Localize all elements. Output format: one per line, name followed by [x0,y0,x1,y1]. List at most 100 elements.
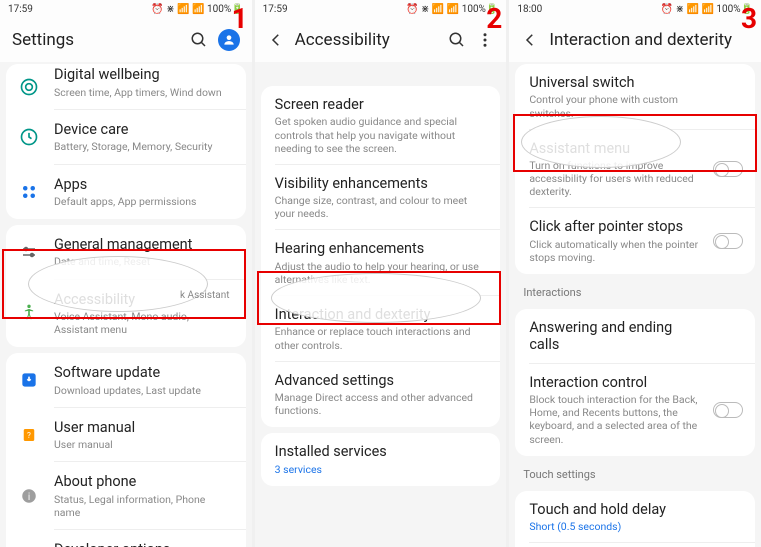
item-sub: Voice Assistant, Mono audio, Assistant m… [54,310,232,336]
item-sub: 3 services [275,463,487,476]
item-apps[interactable]: Apps Default apps, App permissions [6,165,246,220]
item-title: Hearing enhancements [275,240,487,257]
item-title: Device care [54,121,232,138]
status-icons: ⏰ ⋇ 📶 📶 100%🔋 [406,4,498,15]
svg-text:?: ? [27,431,31,441]
panel-interaction-dexterity: 3 18:00 ⏰ ⋇ 📶 📶 100%🔋 Interaction and de… [509,0,761,547]
item-software-update[interactable]: Software update Download updates, Last u… [6,353,246,408]
sliders-icon [18,241,40,263]
dexterity-group-1: Universal switch Control your phone with… [515,64,755,274]
search-icon[interactable] [190,31,208,49]
item-title: Apps [54,176,232,193]
search-icon[interactable] [448,31,466,49]
update-icon [18,369,40,391]
item-advanced-settings[interactable]: Advanced settings Manage Direct access a… [261,362,501,428]
status-bar: 18:00 ⏰ ⋇ 📶 📶 100%🔋 [509,0,761,18]
status-icons: ⏰ ⋇ 📶 📶 100%🔋 [661,4,753,15]
status-time: 18:00 [517,4,542,15]
page-title: Settings [12,30,180,50]
item-title: General management [54,236,232,253]
back-icon[interactable] [521,31,539,49]
annotation-1: 1 [232,2,248,35]
page-title: Interaction and dexterity [549,30,749,50]
item-sub: Block touch interaction for the Back, Ho… [529,393,705,446]
ellipse-annotation [28,256,208,312]
hint-text: k Assistant [180,290,230,301]
ellipse-annotation [521,116,681,168]
accessibility-group-1: Screen reader Get spoken audio guidance … [261,86,501,427]
settings-group-3: Software update Download updates, Last u… [6,353,246,547]
item-title: About phone [54,473,232,490]
dexterity-group-3: Touch and hold delay Short (0.5 seconds)… [515,491,755,547]
svg-text:i: i [28,492,30,503]
accessibility-group-2: Installed services 3 services [261,433,501,486]
item-developer-options[interactable]: Developer options Developer options [6,530,246,547]
info-icon: i [18,485,40,507]
item-digital-wellbeing[interactable]: Digital wellbeing Screen time, App timer… [6,64,246,110]
item-sub: Enhance or replace touch interactions an… [275,325,487,351]
item-title: Digital wellbeing [54,66,232,83]
back-icon[interactable] [267,31,285,49]
section-interactions: Interactions [509,280,761,303]
item-title: Developer options [54,541,232,547]
toggle-click-pointer[interactable] [713,233,743,249]
item-title: Software update [54,364,232,381]
item-device-care[interactable]: Device care Battery, Storage, Memory, Se… [6,110,246,165]
item-sub: Default apps, App permissions [54,195,232,208]
item-touch-hold-delay[interactable]: Touch and hold delay Short (0.5 seconds) [515,491,755,544]
toggle-assistant-menu[interactable] [713,161,743,177]
item-title: Screen reader [275,96,487,113]
panel-accessibility: 2 17:59 ⏰ ⋇ 📶 📶 100%🔋 Accessibility Scre… [255,0,507,547]
status-time: 17:59 [8,4,33,15]
status-icons: ⏰ ⋇ 📶 📶 100%🔋 [151,4,243,15]
item-sub: Status, Legal information, Phone name [54,493,232,519]
item-interaction-control[interactable]: Interaction control Block touch interact… [515,364,755,456]
item-screen-reader[interactable]: Screen reader Get spoken audio guidance … [261,86,501,165]
item-title: Answering and ending calls [529,319,705,354]
item-sub: Battery, Storage, Memory, Security [54,140,232,153]
annotation-2: 2 [486,2,502,35]
item-title: Visibility enhancements [275,175,487,192]
item-user-manual[interactable]: ? User manual User manual [6,408,246,463]
page-title: Accessibility [295,30,439,50]
settings-group-1: Digital wellbeing Screen time, App timer… [6,64,246,219]
manual-icon: ? [18,424,40,446]
item-title: User manual [54,419,232,436]
apps-icon [18,181,40,203]
status-bar: 17:59 ⏰ ⋇ 📶 📶 100%🔋 [255,0,507,18]
item-sub: User manual [54,438,232,451]
panel-settings: 1 17:59 ⏰ ⋇ 📶 📶 100%🔋 Settings Digital w… [0,0,252,547]
header: Accessibility [255,18,507,62]
item-title: Universal switch [529,74,705,91]
ellipse-annotation [271,273,481,323]
item-about-phone[interactable]: i About phone Status, Legal information,… [6,462,246,530]
item-title: Click after pointer stops [529,218,705,235]
status-bar: 17:59 ⏰ ⋇ 📶 📶 100%🔋 [0,0,252,18]
status-time: 17:59 [263,4,288,15]
item-answering-calls[interactable]: Answering and ending calls [515,309,755,364]
annotation-3: 3 [741,2,757,35]
item-visibility[interactable]: Visibility enhancements Change size, con… [261,165,501,231]
item-title: Installed services [275,443,487,460]
item-title: Touch and hold delay [529,501,705,518]
item-installed-services[interactable]: Installed services 3 services [261,433,501,486]
device-care-icon [18,126,40,148]
item-sub: Screen time, App timers, Wind down [54,86,232,99]
item-title: Advanced settings [275,372,487,389]
item-sub: Manage Direct access and other advanced … [275,391,487,417]
header: Interaction and dexterity [509,18,761,62]
item-sub: Short (0.5 seconds) [529,520,705,533]
accessibility-icon [18,302,40,324]
section-touch-settings: Touch settings [509,462,761,485]
item-sub: Download updates, Last update [54,384,232,397]
item-click-after-pointer[interactable]: Click after pointer stops Click automati… [515,208,755,274]
item-sub: Get spoken audio guidance and special co… [275,115,487,154]
item-tap-duration[interactable]: Tap duration Set how long an interaction… [515,543,755,547]
item-sub: Change size, contrast, and colour to mee… [275,194,487,220]
header: Settings [0,18,252,62]
toggle-interaction-control[interactable] [713,402,743,418]
item-sub: Click automatically when the pointer sto… [529,238,705,264]
item-title: Interaction control [529,374,705,391]
dexterity-group-2: Answering and ending calls Interaction c… [515,309,755,456]
wellbeing-icon [18,76,40,98]
